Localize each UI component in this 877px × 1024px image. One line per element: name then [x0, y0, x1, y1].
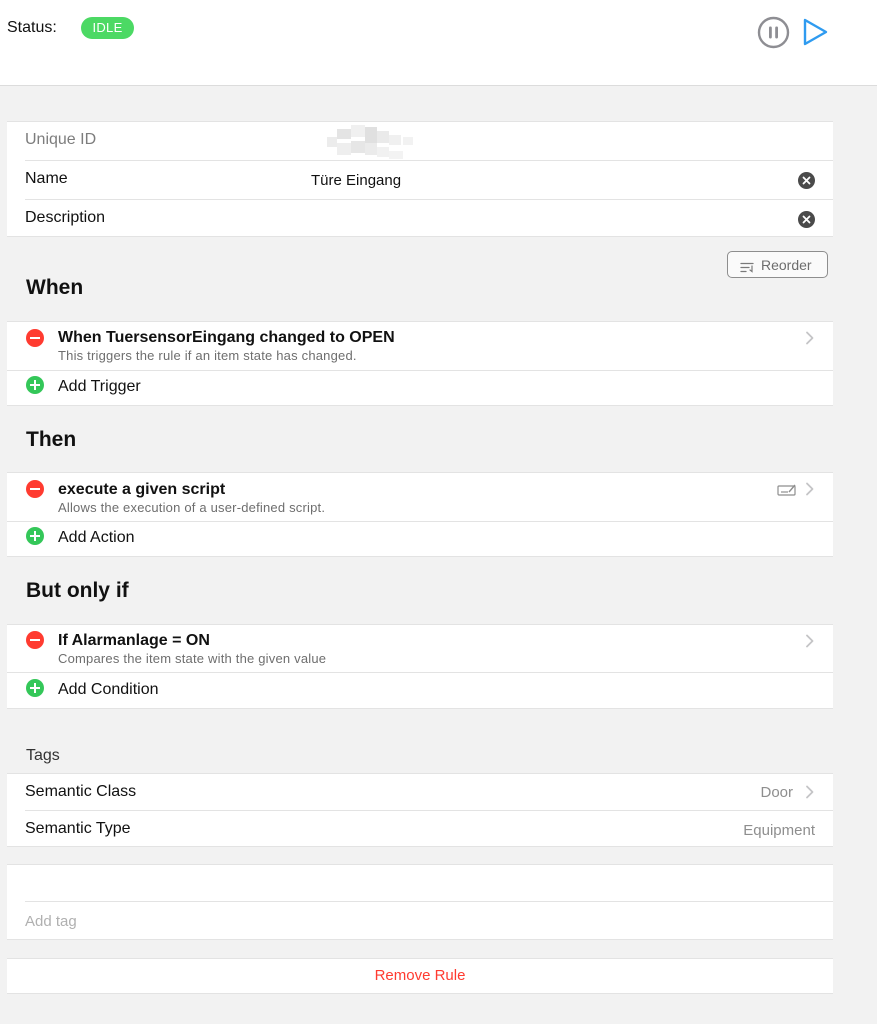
- pause-circle-icon[interactable]: [757, 16, 790, 49]
- semantic-class-value: Door: [760, 784, 793, 801]
- chevron-right-icon: [805, 785, 815, 799]
- tags-list: [7, 865, 833, 901]
- action-subtitle: Allows the execution of a user-defined s…: [58, 500, 326, 515]
- semantic-class-label: Semantic Class: [25, 783, 137, 800]
- when-section-title: When: [26, 276, 84, 299]
- unique-id-row: Unique ID: [7, 122, 833, 160]
- then-card: execute a given script Allows the execut…: [7, 472, 833, 557]
- unique-id-value-redacted: [319, 125, 415, 163]
- clear-description-icon[interactable]: [798, 211, 815, 228]
- script-editor-icon[interactable]: [777, 483, 797, 497]
- clear-name-icon[interactable]: [798, 172, 815, 189]
- semantic-tags-card: Semantic Class Door Semantic Type Equipm…: [7, 773, 833, 847]
- tags-header: Tags: [26, 747, 60, 764]
- add-trigger-row[interactable]: Add Trigger: [7, 371, 833, 407]
- reorder-icon: [740, 260, 754, 276]
- add-condition-label: Add Condition: [58, 681, 159, 698]
- trigger-title: When TuersensorEingang changed to OPEN: [58, 329, 395, 346]
- rule-details-card: Unique ID Name Türe Eingang Description: [7, 121, 833, 237]
- add-condition-row[interactable]: Add Condition: [7, 673, 833, 710]
- remove-condition-icon[interactable]: [26, 631, 44, 649]
- semantic-class-row[interactable]: Semantic Class Door: [7, 774, 833, 810]
- condition-subtitle: Compares the item state with the given v…: [58, 651, 327, 666]
- remove-rule-button[interactable]: Remove Rule: [7, 959, 833, 993]
- status-badge: IDLE: [81, 17, 134, 39]
- but-only-if-card: If Alarmanlage = ON Compares the item st…: [7, 624, 833, 709]
- tags-input-card: Add tag: [7, 864, 833, 940]
- semantic-type-label: Semantic Type: [25, 820, 131, 837]
- add-trigger-icon[interactable]: [26, 376, 44, 394]
- reorder-label: Reorder: [761, 257, 812, 273]
- top-toolbar: Status: IDLE: [0, 0, 877, 86]
- add-trigger-label: Add Trigger: [58, 378, 141, 395]
- add-action-icon[interactable]: [26, 527, 44, 545]
- semantic-type-value: Equipment: [743, 822, 815, 839]
- description-label: Description: [25, 209, 106, 226]
- chevron-right-icon: [805, 331, 815, 345]
- action-title: execute a given script: [58, 481, 226, 498]
- semantic-type-row: Semantic Type Equipment: [7, 811, 833, 848]
- remove-rule-card: Remove Rule: [7, 958, 833, 994]
- unique-id-label: Unique ID: [25, 131, 97, 148]
- condition-item[interactable]: If Alarmanlage = ON Compares the item st…: [7, 625, 833, 673]
- but-only-if-section-title: But only if: [26, 579, 129, 602]
- condition-title: If Alarmanlage = ON: [58, 632, 210, 649]
- play-icon[interactable]: [801, 17, 829, 47]
- add-tag-input[interactable]: Add tag: [25, 913, 77, 930]
- chevron-right-icon: [805, 482, 815, 496]
- trigger-subtitle: This triggers the rule if an item state …: [58, 348, 357, 363]
- name-label: Name: [25, 170, 68, 187]
- add-action-row[interactable]: Add Action: [7, 522, 833, 558]
- reorder-button[interactable]: Reorder: [727, 251, 828, 278]
- action-item[interactable]: execute a given script Allows the execut…: [7, 473, 833, 521]
- remove-trigger-icon[interactable]: [26, 329, 44, 347]
- trigger-item[interactable]: When TuersensorEingang changed to OPEN T…: [7, 322, 833, 370]
- when-card: When TuersensorEingang changed to OPEN T…: [7, 321, 833, 406]
- name-row[interactable]: Name Türe Eingang: [7, 161, 833, 199]
- add-tag-row[interactable]: Add tag: [7, 902, 833, 941]
- add-condition-icon[interactable]: [26, 679, 44, 697]
- chevron-right-icon: [805, 634, 815, 648]
- status-label: Status:: [7, 19, 57, 36]
- name-input[interactable]: Türe Eingang: [311, 172, 401, 189]
- then-section-title: Then: [26, 428, 77, 451]
- add-action-label: Add Action: [58, 529, 135, 546]
- remove-action-icon[interactable]: [26, 480, 44, 498]
- description-row[interactable]: Description: [7, 200, 833, 238]
